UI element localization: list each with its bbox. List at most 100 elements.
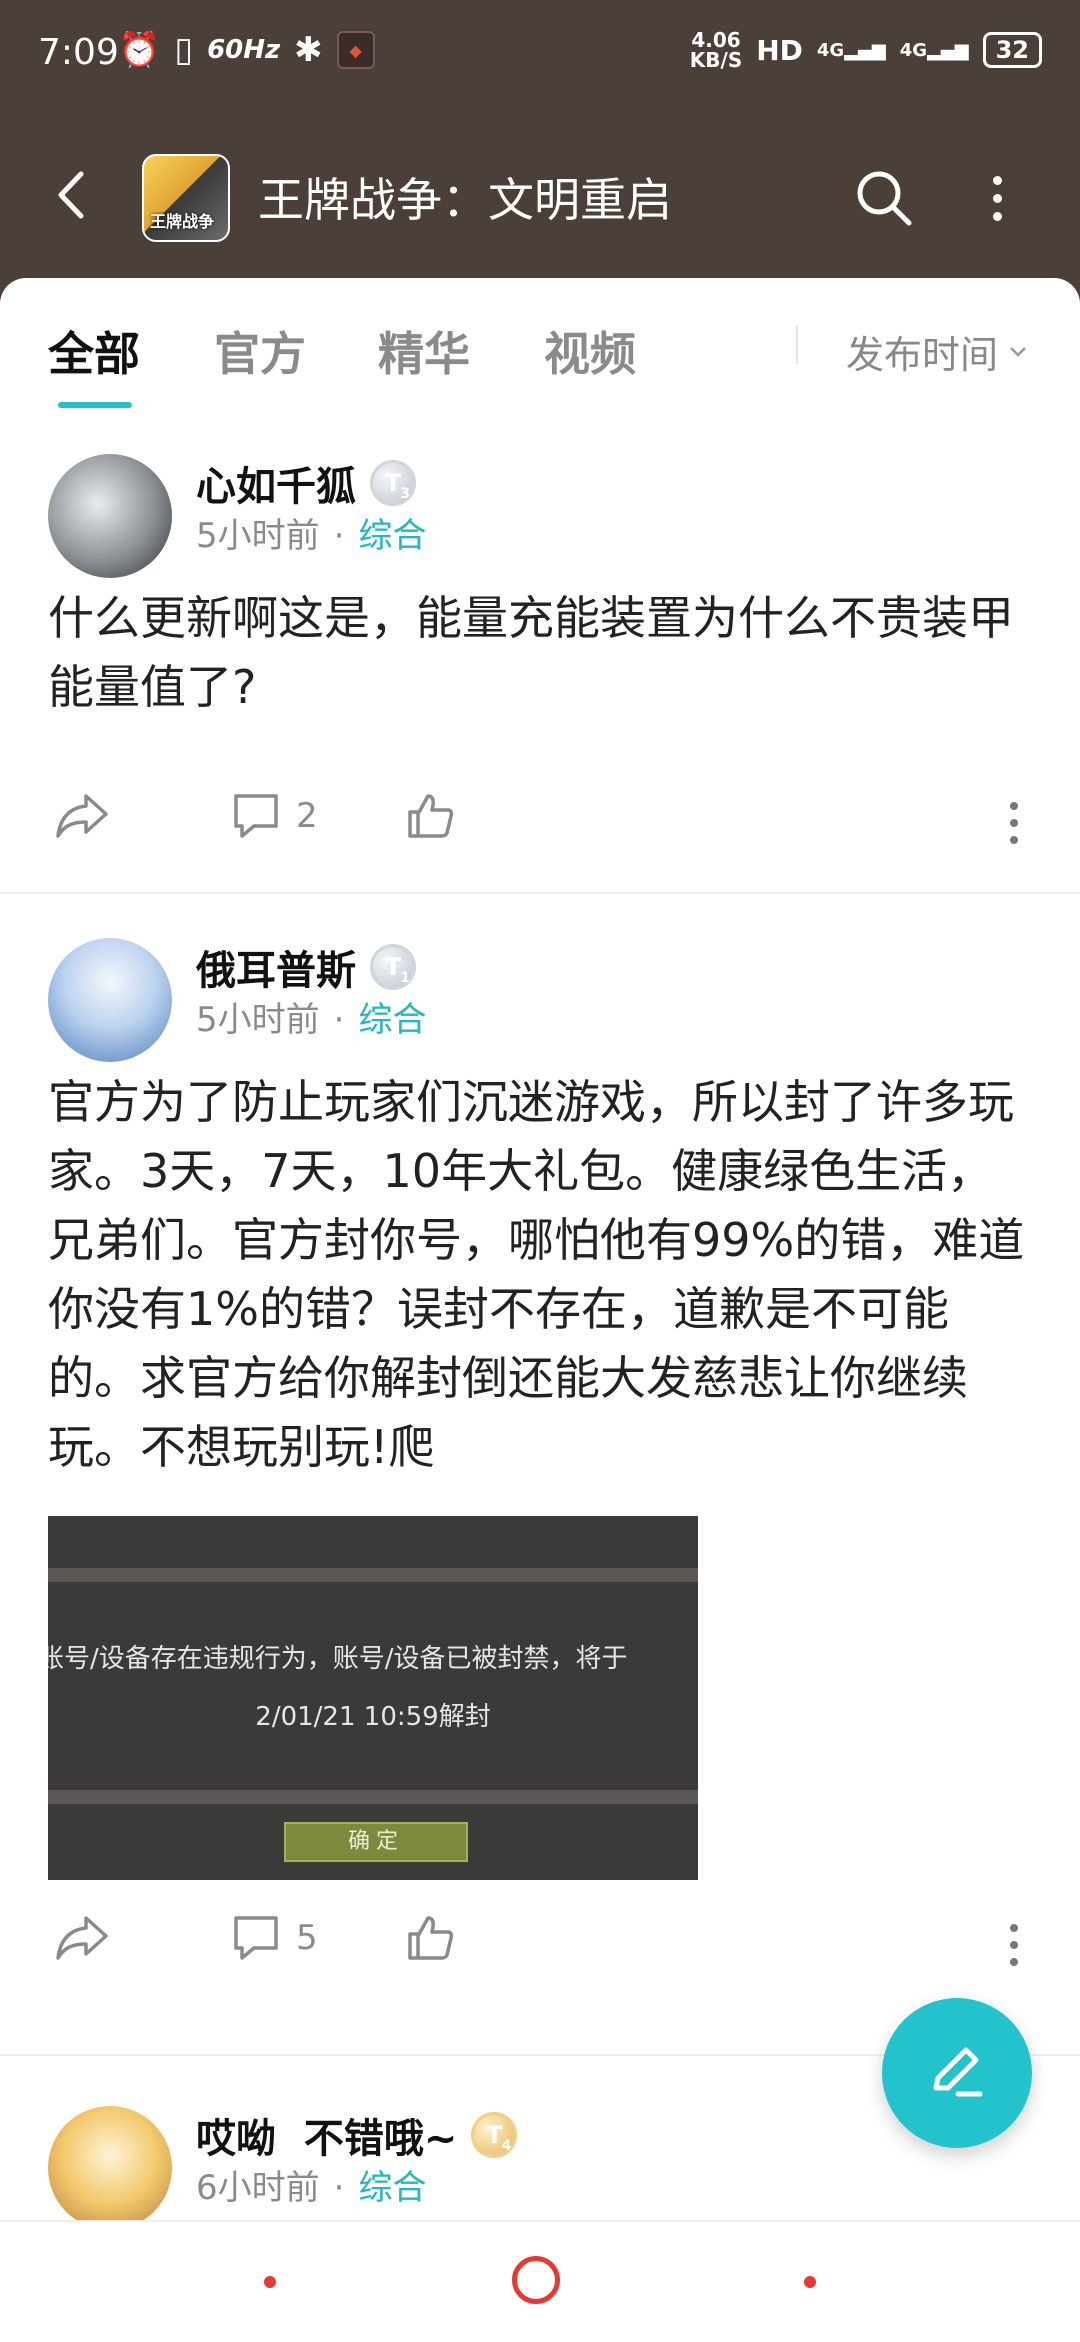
edit-pen-icon <box>933 2047 983 2097</box>
username: 哎呦 不错哦~ <box>196 2116 458 2162</box>
back-arrow-icon <box>58 171 84 219</box>
level-number: 1 <box>400 970 410 986</box>
meta-separator: · <box>333 516 345 556</box>
post-image[interactable]: 账号/设备存在违规行为，账号/设备已被封禁，将于 2/01/21 10:59解封… <box>48 1516 698 1880</box>
back-button[interactable] <box>40 160 100 230</box>
sort-dropdown[interactable]: 发布时间 <box>846 324 1028 379</box>
post-text[interactable]: 官方为了防止玩家们沉迷游戏，所以封了许多玩家。3天，7天，10年大礼包。健康绿色… <box>48 1068 1038 1482</box>
comment-button[interactable]: 2 <box>230 790 318 842</box>
more-options-button[interactable] <box>972 166 1022 230</box>
post-time: 5小时前 <box>196 516 320 556</box>
more-vertical-icon <box>1010 802 1018 810</box>
comment-button[interactable]: 5 <box>230 1912 318 1964</box>
network-type-2: 4G <box>899 39 928 61</box>
app-header: 王牌战争 王牌战争：文明重启 <box>0 110 1080 280</box>
share-button[interactable] <box>52 790 112 842</box>
post-category[interactable]: 综合 <box>358 2168 426 2208</box>
content-sheet: 全部 官方 精华 视频 发布时间 心如千狐 T3 5小时前 · 综合 什么更新啊这是… <box>0 278 1080 2220</box>
network-speed-unit: KB/S <box>689 48 743 72</box>
post-more-button[interactable] <box>1010 1924 1018 1966</box>
post-time: 5小时前 <box>196 1000 320 1040</box>
avatar[interactable] <box>48 454 172 578</box>
alarm-icon: ⏰ <box>118 30 161 70</box>
status-bar: 7:09 ⏰ ▯ 60Hz ✱ ◆ 4.06 KB/S HD 4G▂▄▆ 4G▂… <box>0 0 1080 110</box>
post-actions: 5 <box>0 1912 1080 1992</box>
avatar[interactable] <box>48 938 172 1062</box>
post-text[interactable]: 什么更新啊这是，能量充能装置为什么不贵装甲能量值了? <box>48 584 1038 722</box>
level-letter: T <box>384 469 402 497</box>
network-speed: 4.06 KB/S <box>690 30 742 70</box>
network-type: 4G <box>816 39 845 61</box>
post-category[interactable]: 综合 <box>358 516 426 556</box>
vibrate-icon: ▯ <box>174 30 194 70</box>
tab-featured[interactable]: 精华 <box>378 318 470 384</box>
status-icons-right: 4.06 KB/S HD 4G▂▄▆ 4G▂▄▆ 32 <box>690 30 1042 70</box>
compose-post-button[interactable] <box>882 1998 1032 2148</box>
level-number: 4 <box>501 2138 512 2154</box>
more-vertical-icon <box>992 175 1002 185</box>
post-item[interactable]: 心如千狐 T3 5小时前 · 综合 什么更新啊这是，能量充能装置为什么不贵装甲能量值… <box>0 408 1080 878</box>
post-author[interactable]: 心如千狐 T3 <box>196 454 416 512</box>
ban-message: 账号/设备存在违规行为，账号/设备已被封禁，将于 <box>48 1644 628 1674</box>
avatar[interactable] <box>48 2106 172 2220</box>
system-navigation-bar <box>0 2220 1080 2342</box>
chevron-down-icon <box>1010 346 1026 357</box>
tab-official[interactable]: 官方 <box>214 318 306 384</box>
like-button[interactable] <box>404 790 456 842</box>
meta-separator: · <box>333 2168 345 2208</box>
nav-recents-button[interactable] <box>804 2276 816 2288</box>
refresh-rate: 60Hz <box>207 35 281 65</box>
share-button[interactable] <box>52 1912 112 1964</box>
like-icon <box>408 794 454 838</box>
username: 俄耳普斯 <box>196 948 356 994</box>
signal-icon: 4G▂▄▆ <box>816 39 886 61</box>
share-icon <box>56 794 108 838</box>
status-icons-left: ⏰ ▯ 60Hz ✱ ◆ <box>118 30 375 70</box>
hd-icon: HD <box>756 33 803 67</box>
game-icon[interactable]: 王牌战争 <box>142 154 230 242</box>
meta-separator: · <box>333 1000 345 1040</box>
level-badge: T1 <box>370 944 416 990</box>
post-category[interactable]: 综合 <box>358 1000 426 1040</box>
post-more-button[interactable] <box>1010 802 1018 844</box>
share-icon <box>56 1916 108 1960</box>
username: 心如千狐 <box>196 464 356 510</box>
post-actions: 2 <box>0 790 1080 870</box>
level-badge: T3 <box>370 460 416 506</box>
level-letter: T <box>384 953 402 981</box>
sort-label: 发布时间 <box>846 333 999 377</box>
like-button[interactable] <box>404 1912 456 1964</box>
nav-home-button[interactable] <box>512 2256 560 2304</box>
more-vertical-icon <box>1010 1924 1018 1932</box>
post-meta: 5小时前 · 综合 <box>196 992 426 1041</box>
post-author[interactable]: 俄耳普斯 T1 <box>196 938 416 996</box>
tab-divider <box>796 326 798 364</box>
image-band <box>48 1568 698 1582</box>
post-meta: 6小时前 · 综合 <box>196 2160 426 2209</box>
search-button[interactable] <box>852 166 916 230</box>
comment-icon <box>234 1916 278 1960</box>
level-letter: T <box>486 2121 503 2149</box>
status-time: 7:09 <box>38 32 119 73</box>
tab-bar: 全部 官方 精华 视频 发布时间 <box>0 278 1080 408</box>
game-icon-label: 王牌战争 <box>150 212 215 231</box>
page-title: 王牌战争：文明重启 <box>258 173 672 227</box>
like-icon <box>408 1916 454 1960</box>
tab-all[interactable]: 全部 <box>48 318 140 384</box>
comment-count: 2 <box>296 796 318 836</box>
confirm-button: 确定 <box>284 1822 468 1862</box>
network-speed-value: 4.06 <box>691 28 741 52</box>
post-meta: 5小时前 · 综合 <box>196 508 426 557</box>
level-badge: T4 <box>471 2112 518 2158</box>
comment-count: 5 <box>296 1918 318 1958</box>
post-item[interactable]: 俄耳普斯 T1 5小时前 · 综合 官方为了防止玩家们沉迷游戏，所以封了许多玩家。3… <box>0 894 1080 1994</box>
battery-icon: 32 <box>982 32 1042 68</box>
bluetooth-icon: ✱ <box>294 30 323 70</box>
app-notification-icon: ◆ <box>336 31 375 69</box>
signal-icon-2: 4G▂▄▆ <box>899 39 969 61</box>
tab-video[interactable]: 视频 <box>544 318 636 384</box>
image-band <box>48 1790 698 1804</box>
unban-time: 2/01/21 10:59解封 <box>255 1702 491 1732</box>
post-author[interactable]: 哎呦 不错哦~ T4 <box>196 2106 518 2164</box>
nav-back-button[interactable] <box>264 2276 276 2288</box>
